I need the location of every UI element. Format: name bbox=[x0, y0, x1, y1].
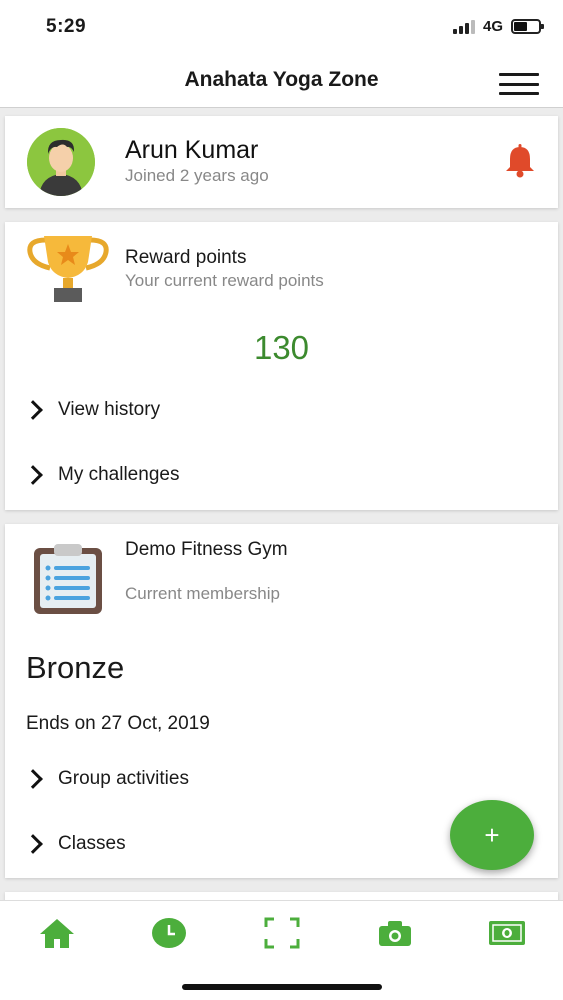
scan-icon[interactable] bbox=[262, 915, 302, 951]
home-icon[interactable] bbox=[37, 915, 77, 951]
group-activities-link[interactable]: Group activities bbox=[23, 768, 189, 790]
camera-icon[interactable] bbox=[375, 915, 415, 951]
profile-name: Arun Kumar bbox=[125, 136, 259, 164]
clipboard-icon bbox=[30, 544, 106, 616]
add-fab-button[interactable]: + bbox=[450, 800, 534, 870]
status-indicators: 4G bbox=[452, 18, 544, 35]
app-header: Anahata Yoga Zone bbox=[0, 56, 563, 108]
chevron-right-icon bbox=[23, 834, 43, 854]
clock-icon[interactable] bbox=[149, 915, 189, 951]
signal-icon bbox=[452, 19, 475, 34]
home-indicator bbox=[182, 984, 382, 990]
membership-label: Current membership bbox=[125, 584, 280, 603]
profile-card[interactable] bbox=[5, 116, 558, 208]
reward-subtitle: Your current reward points bbox=[125, 271, 324, 290]
battery-icon bbox=[511, 19, 544, 34]
hamburger-menu-icon[interactable] bbox=[499, 73, 539, 95]
view-history-link[interactable]: View history bbox=[23, 399, 161, 421]
classes-label: Classes bbox=[58, 833, 126, 854]
trophy-icon bbox=[26, 232, 110, 304]
membership-tier: Bronze bbox=[26, 650, 125, 685]
plus-icon: + bbox=[484, 819, 500, 850]
group-activities-label: Group activities bbox=[58, 768, 189, 789]
avatar bbox=[27, 128, 95, 196]
bell-icon[interactable] bbox=[504, 144, 536, 178]
view-history-label: View history bbox=[58, 399, 161, 420]
status-bar: 5:29 4G bbox=[0, 0, 563, 56]
chevron-right-icon bbox=[23, 465, 43, 485]
status-time: 5:29 bbox=[46, 16, 87, 37]
classes-link[interactable]: Classes bbox=[23, 833, 126, 855]
cash-icon[interactable] bbox=[487, 915, 527, 951]
membership-end-date: Ends on 27 Oct, 2019 bbox=[26, 713, 210, 734]
my-challenges-label: My challenges bbox=[58, 464, 180, 485]
profile-joined: Joined 2 years ago bbox=[125, 166, 269, 185]
chevron-right-icon bbox=[23, 769, 43, 789]
membership-gym-name: Demo Fitness Gym bbox=[125, 539, 288, 560]
my-challenges-link[interactable]: My challenges bbox=[23, 464, 180, 486]
chevron-right-icon bbox=[23, 400, 43, 420]
network-type: 4G bbox=[482, 18, 503, 35]
reward-title: Reward points bbox=[125, 247, 247, 268]
reward-points-value: 130 bbox=[253, 329, 310, 366]
page-title: Anahata Yoga Zone bbox=[184, 68, 379, 91]
